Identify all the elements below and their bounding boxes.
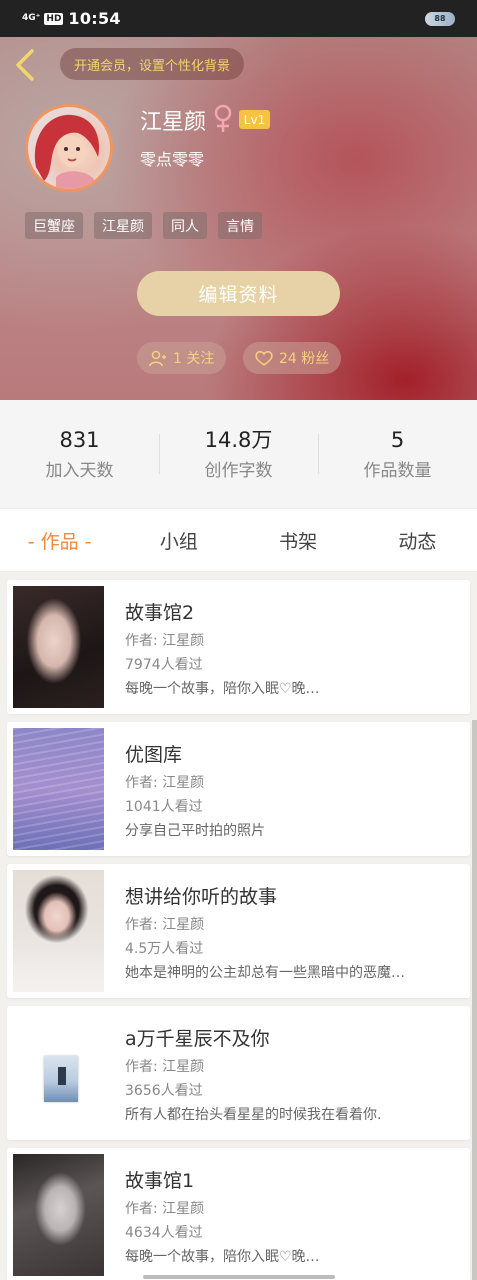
vip-banner[interactable]: 开通会员，设置个性化背景: [60, 48, 245, 80]
tab-bookshelf[interactable]: 书架: [239, 527, 358, 554]
work-description: 每晚一个故事，陪你入眠♡晚…: [125, 1249, 320, 1265]
work-description: 她本是神明的公主却总有一些黑暗中的恶魔…: [125, 965, 405, 981]
following-button[interactable]: 1 关注: [137, 342, 227, 374]
work-cover: [13, 586, 104, 708]
work-author: 作者: 江星颜: [125, 633, 205, 649]
work-views: 7974人看过: [125, 657, 203, 673]
stat-value: 14.8万: [204, 428, 273, 452]
status-bar: 4G⁺ HD 10:54 88: [0, 0, 477, 37]
work-cover: [13, 1154, 104, 1276]
home-indicator[interactable]: [143, 1275, 335, 1279]
profile-stats: 831 加入天数 14.8万 创作字数 5 作品数量: [0, 400, 477, 507]
profile-header: 4G⁺ HD 10:54 88 开通会员，设置个性化背景 江星颜 Lv1 零点零…: [0, 0, 477, 400]
stat-works-count: 5 作品数量: [318, 426, 477, 481]
following-count: 1 关注: [173, 351, 215, 367]
tab-works[interactable]: - 作品 -: [0, 527, 119, 554]
work-title: 想讲给你听的故事: [125, 886, 278, 908]
work-cover: [13, 1012, 104, 1134]
stat-value: 831: [59, 428, 100, 452]
work-cover: [13, 728, 104, 850]
profile-tags: 巨蟹座 江星颜 同人 言情: [25, 212, 262, 239]
work-card[interactable]: 故事馆2 作者: 江星颜 7974人看过 每晚一个故事，陪你入眠♡晚…: [7, 580, 470, 714]
tag: 江星颜: [94, 212, 152, 239]
work-author: 作者: 江星颜: [125, 1201, 205, 1217]
work-title: 优图库: [125, 744, 183, 766]
hd-badge: HD: [44, 12, 64, 25]
stat-word-count: 14.8万 创作字数: [159, 426, 318, 481]
status-time: 10:54: [68, 9, 121, 28]
stat-label: 加入天数: [45, 461, 114, 481]
heart-icon: [255, 351, 273, 366]
tag: 言情: [218, 212, 262, 239]
work-title: 故事馆1: [125, 1170, 195, 1192]
work-author: 作者: 江星颜: [125, 1059, 205, 1075]
signal-icon: 4G⁺: [22, 13, 41, 23]
fans-count: 24 粉丝: [279, 351, 330, 367]
tab-groups[interactable]: 小组: [119, 527, 238, 554]
female-icon: [214, 104, 232, 132]
stat-join-days: 831 加入天数: [0, 426, 159, 481]
tag: 巨蟹座: [25, 212, 83, 239]
back-button[interactable]: [10, 47, 40, 83]
work-description: 所有人都在抬头看星星的时候我在看着你.: [125, 1107, 382, 1123]
level-badge: Lv1: [239, 110, 270, 129]
stat-label: 作品数量: [363, 461, 432, 481]
add-user-icon: [149, 350, 166, 367]
work-author: 作者: 江星颜: [125, 775, 205, 791]
work-card[interactable]: 想讲给你听的故事 作者: 江星颜 4.5万人看过 她本是神明的公主却总有一些黑暗…: [7, 864, 470, 998]
edit-profile-button[interactable]: 编辑资料: [137, 271, 340, 316]
work-card[interactable]: a万千星辰不及你 作者: 江星颜 3656人看过 所有人都在抬头看星星的时候我在…: [7, 1006, 470, 1140]
work-author: 作者: 江星颜: [125, 917, 205, 933]
work-title: a万千星辰不及你: [125, 1028, 270, 1050]
fans-button[interactable]: 24 粉丝: [243, 342, 342, 374]
stat-label: 创作字数: [204, 461, 273, 481]
battery-icon: 88: [425, 11, 455, 26]
work-views: 4.5万人看过: [125, 941, 204, 957]
user-name: 江星颜: [140, 110, 207, 135]
tab-activity[interactable]: 动态: [358, 527, 477, 554]
profile-tabs: - 作品 - 小组 书架 动态: [0, 508, 477, 572]
tag: 同人: [163, 212, 207, 239]
work-title: 故事馆2: [125, 602, 195, 624]
work-description: 每晚一个故事，陪你入眠♡晚…: [125, 681, 320, 697]
stat-value: 5: [390, 428, 405, 452]
work-views: 3656人看过: [125, 1083, 203, 1099]
work-views: 4634人看过: [125, 1225, 203, 1241]
user-nickname: 零点零零: [140, 150, 205, 169]
avatar[interactable]: [25, 104, 113, 192]
work-cover: [13, 870, 104, 992]
works-list: 故事馆2 作者: 江星颜 7974人看过 每晚一个故事，陪你入眠♡晚… 优图库 …: [0, 572, 477, 1280]
work-description: 分享自己平时拍的照片: [125, 823, 265, 839]
scrollbar[interactable]: [472, 720, 477, 1280]
chevron-left-icon: [16, 49, 34, 81]
work-views: 1041人看过: [125, 799, 203, 815]
work-card[interactable]: 故事馆1 作者: 江星颜 4634人看过 每晚一个故事，陪你入眠♡晚…: [7, 1148, 470, 1280]
avatar-illustration: [34, 114, 99, 189]
work-card[interactable]: 优图库 作者: 江星颜 1041人看过 分享自己平时拍的照片: [7, 722, 470, 856]
